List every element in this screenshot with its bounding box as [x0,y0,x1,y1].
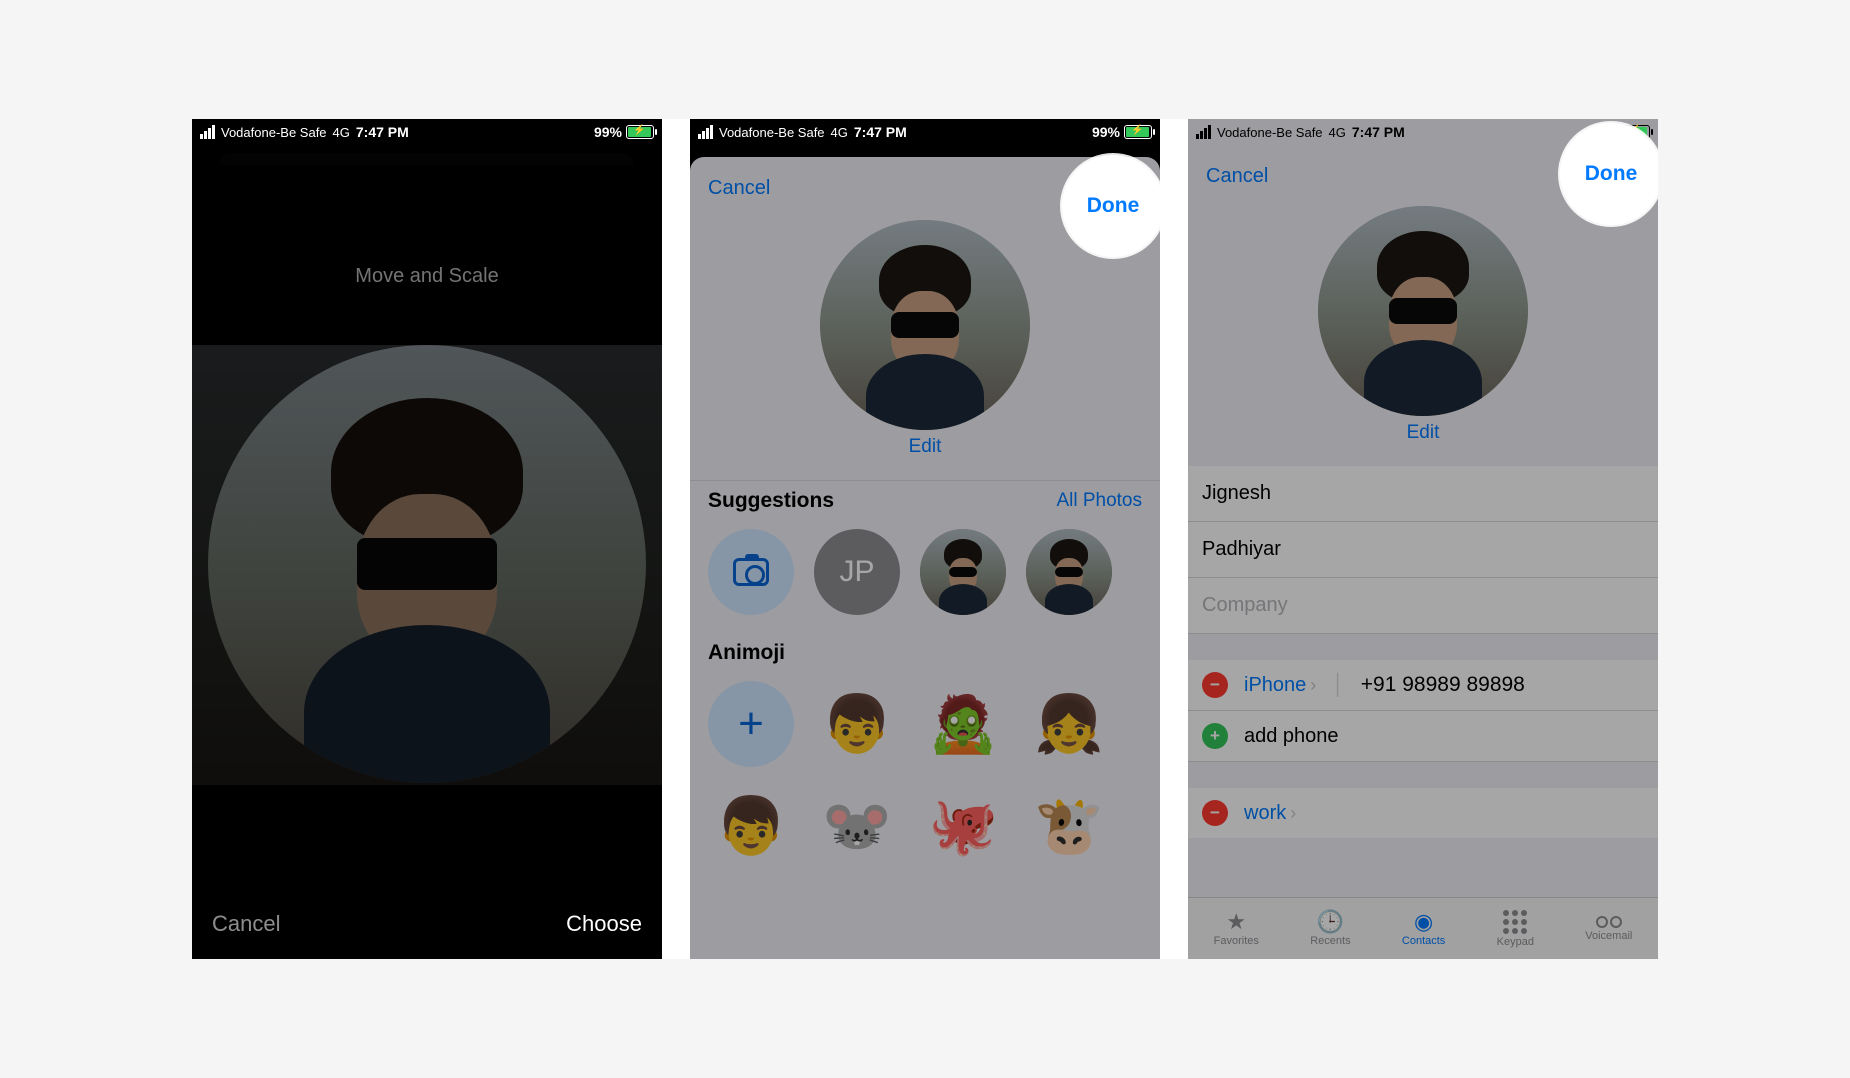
tab-label: Voicemail [1585,930,1632,942]
cancel-button[interactable]: Cancel [708,177,770,200]
suggestions-row: JP [690,527,1160,641]
tab-label: Contacts [1402,935,1445,947]
footer-actions: Cancel Choose [192,889,662,959]
cancel-button[interactable]: Cancel [1206,165,1268,188]
cancel-button[interactable]: Cancel [212,911,280,937]
initials-option[interactable]: JP [814,529,900,615]
camera-button[interactable] [708,529,794,615]
last-name-field[interactable]: Padhiyar [1188,522,1658,578]
animoji-row-2: 👦 🐭 🐙 🐮 [690,781,1160,883]
status-carrier: Vodafone-Be Safe [1217,125,1323,140]
section-gap [1188,762,1658,788]
screen-edit-contact: Vodafone-Be Safe 4G 7:47 PM 99% ⚡ Cancel… [1188,119,1658,959]
add-icon[interactable]: + [1202,723,1228,749]
choose-button[interactable]: Choose [566,911,642,937]
status-bar: Vodafone-Be Safe 4G 7:47 PM 99% ⚡ [690,119,1160,145]
tab-recents[interactable]: 🕒 Recents [1310,911,1350,947]
chevron-right-icon: › [1290,803,1296,824]
status-time: 7:47 PM [1352,124,1405,140]
photo-suggestion-1[interactable] [920,529,1006,615]
edit-photo-link[interactable]: Edit [690,436,1160,458]
phone-label-picker[interactable]: iPhone › [1244,674,1316,697]
contact-avatar-large[interactable] [820,220,1030,430]
contact-icon: ◉ [1414,911,1433,933]
status-time: 7:47 PM [356,124,409,140]
photo-suggestion-2[interactable] [1026,529,1112,615]
phone-label-text: iPhone [1244,674,1306,697]
status-time: 7:47 PM [854,124,907,140]
status-battery-pct: 99% [1092,124,1120,140]
picker-sheet: Cancel Done Edit Suggestions All Photos … [690,157,1160,959]
add-phone-row[interactable]: + add phone [1188,711,1658,762]
done-button[interactable]: Done [1560,123,1658,225]
phone-row-iphone[interactable]: − iPhone › │ +91 98989 89898 [1188,660,1658,711]
section-gap [1188,634,1658,660]
phone-label-picker[interactable]: work › [1244,802,1296,825]
dim-overlay [192,119,662,959]
done-button[interactable]: Done [1062,155,1160,257]
chevron-right-icon: › [1310,675,1316,696]
tab-keypad[interactable]: Keypad [1497,910,1534,948]
camera-icon [733,558,769,586]
tab-bar: ★ Favorites 🕒 Recents ◉ Contacts Keypad … [1188,897,1658,959]
status-carrier: Vodafone-Be Safe [719,125,825,140]
signal-icon [200,125,215,139]
add-phone-label: add phone [1244,725,1339,748]
phone-row-work[interactable]: − work › [1188,788,1658,838]
animoji-option[interactable]: 🐮 [1026,783,1112,869]
animoji-option[interactable]: 🐙 [920,783,1006,869]
status-network: 4G [333,125,350,140]
tab-label: Keypad [1497,936,1534,948]
contact-avatar-large[interactable] [1318,206,1528,416]
tab-voicemail[interactable]: Voicemail [1585,916,1632,942]
signal-icon [1196,125,1211,139]
animoji-option[interactable]: 🐭 [814,783,900,869]
tab-favorites[interactable]: ★ Favorites [1214,911,1259,947]
status-battery-pct: 99% [594,124,622,140]
animoji-option[interactable]: 👧 [1026,681,1112,767]
screenshot-row: Vodafone-Be Safe 4G 7:47 PM 99% ⚡ Move a… [192,119,1658,959]
add-animoji-button[interactable]: + [708,681,794,767]
done-label: Done [1087,194,1140,218]
remove-icon[interactable]: − [1202,672,1228,698]
screen-photo-picker: Vodafone-Be Safe 4G 7:47 PM 99% ⚡ Cancel… [690,119,1160,959]
star-icon: ★ [1226,911,1246,933]
tab-label: Favorites [1214,935,1259,947]
edit-photo-link[interactable]: Edit [1188,422,1658,444]
keypad-icon [1503,910,1527,934]
battery-icon: ⚡ [626,125,654,139]
battery-icon: ⚡ [1124,125,1152,139]
voicemail-icon [1596,916,1622,928]
tab-contacts[interactable]: ◉ Contacts [1402,911,1445,947]
initials-text: JP [839,555,874,589]
remove-icon[interactable]: − [1202,800,1228,826]
animoji-heading: Animoji [708,641,785,665]
tab-label: Recents [1310,935,1350,947]
company-field[interactable]: Company [1188,578,1658,634]
status-carrier: Vodafone-Be Safe [221,125,327,140]
name-fields: Jignesh Padhiyar Company [1188,466,1658,634]
animoji-option[interactable]: 👦 [708,783,794,869]
screen-move-and-scale: Vodafone-Be Safe 4G 7:47 PM 99% ⚡ Move a… [192,119,662,959]
status-network: 4G [1329,125,1346,140]
clock-icon: 🕒 [1317,911,1344,933]
signal-icon [698,125,713,139]
suggestions-heading: Suggestions [708,489,834,513]
work-label-text: work [1244,802,1286,825]
animoji-option[interactable]: 🧟 [920,681,1006,767]
animoji-row-1: + 👦 🧟 👧 [690,679,1160,781]
status-bar: Vodafone-Be Safe 4G 7:47 PM 99% ⚡ [192,119,662,145]
all-photos-link[interactable]: All Photos [1056,490,1142,512]
phone-number-field[interactable]: +91 98989 89898 [1361,673,1525,697]
animoji-option[interactable]: 👦 [814,681,900,767]
status-network: 4G [831,125,848,140]
done-label: Done [1585,162,1638,186]
first-name-field[interactable]: Jignesh [1188,466,1658,522]
